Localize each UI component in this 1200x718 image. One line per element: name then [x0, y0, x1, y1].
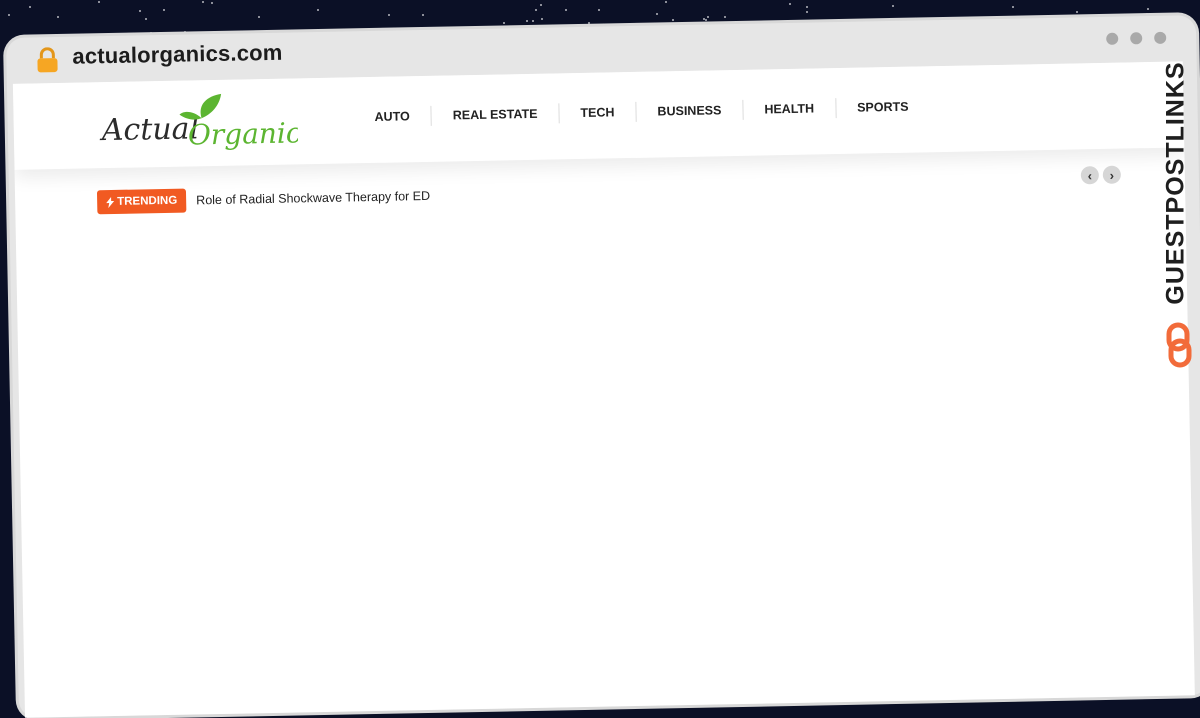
star [806, 11, 809, 14]
trending-label: TRENDING [117, 194, 178, 208]
leaf-icon [200, 93, 222, 119]
nav-health[interactable]: HEALTH [743, 98, 837, 120]
url-text[interactable]: actualorganics.com [72, 40, 283, 70]
star [531, 20, 534, 23]
star [788, 3, 791, 6]
prev-arrow-button[interactable]: ‹ [1080, 166, 1100, 185]
star [806, 6, 809, 9]
star [57, 16, 60, 19]
next-arrow-button[interactable]: › [1102, 165, 1122, 184]
star [1011, 5, 1014, 8]
guestpostlinks-watermark: GUESTPOSTLINKS [1154, 48, 1198, 368]
star [503, 22, 506, 24]
star [1146, 12, 1149, 15]
star [656, 13, 659, 16]
link-icon [1166, 322, 1192, 368]
window-dot[interactable] [1106, 32, 1119, 45]
bolt-icon [106, 196, 115, 208]
star [588, 22, 591, 25]
browser-window: actualorganics.com Actual Organics AUTO … [6, 15, 1200, 718]
star [138, 9, 141, 12]
star [1146, 7, 1149, 10]
star [388, 14, 391, 17]
star [150, 31, 153, 34]
page-viewport: Actual Organics AUTO REAL ESTATE TECH BU… [12, 61, 1195, 718]
star [564, 9, 567, 12]
star [540, 3, 543, 6]
star [598, 9, 601, 12]
nav-auto[interactable]: AUTO [353, 105, 432, 128]
star [202, 1, 205, 4]
main-nav: AUTO REAL ESTATE TECH BUSINESS HEALTH SP… [353, 96, 930, 128]
trending-badge: TRENDING [96, 188, 187, 215]
star [8, 14, 11, 17]
trending-bar: TRENDING Role of Radial Shockwave Therap… [96, 184, 430, 215]
star [258, 15, 261, 18]
nav-business[interactable]: BUSINESS [636, 99, 744, 122]
trending-headline[interactable]: Role of Radial Shockwave Therapy for ED [196, 189, 430, 207]
star [525, 19, 528, 22]
star [672, 19, 675, 22]
star [891, 5, 894, 8]
star [29, 6, 32, 9]
star [211, 2, 214, 4]
nav-real-estate[interactable]: REAL ESTATE [431, 103, 560, 126]
star [723, 16, 726, 19]
window-controls [1106, 31, 1167, 45]
star [184, 30, 187, 33]
site-logo[interactable]: Actual Organics [97, 86, 298, 160]
lock-icon [37, 47, 58, 73]
star [144, 17, 147, 20]
star [316, 9, 319, 12]
nav-sports[interactable]: SPORTS [836, 96, 930, 118]
nav-tech[interactable]: TECH [559, 101, 637, 124]
star [1075, 10, 1078, 13]
window-dot[interactable] [1154, 31, 1167, 44]
logo-organics: Organics [188, 116, 299, 151]
window-dot[interactable] [1130, 32, 1143, 45]
star [665, 0, 668, 3]
star [422, 14, 425, 16]
star [540, 17, 543, 20]
star [534, 9, 537, 12]
watermark-text: GUESTPOSTLINKS [1161, 61, 1190, 305]
star [98, 0, 101, 3]
ticker-controls: ‹ › [1080, 165, 1122, 185]
star [163, 8, 166, 11]
star [707, 16, 710, 19]
star [704, 18, 707, 21]
